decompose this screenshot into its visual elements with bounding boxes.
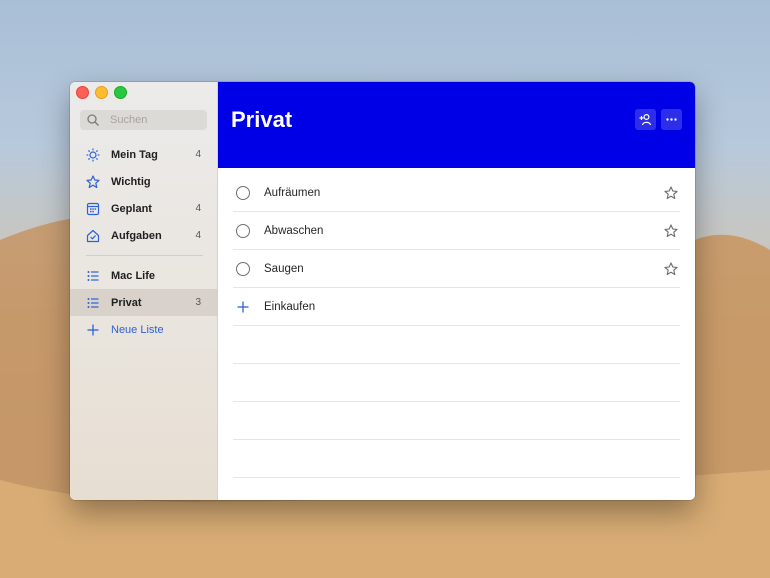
- sidebar-item-count: 4: [195, 203, 201, 214]
- more-options-button[interactable]: [661, 109, 682, 130]
- task-title: Saugen: [264, 262, 304, 275]
- new-list-label: Neue Liste: [111, 323, 164, 336]
- sidebar-item-label: Privat: [111, 296, 142, 309]
- app-window: Mein Tag 4 Wichtig Geplant 4: [70, 82, 695, 500]
- sidebar-item-count: 3: [195, 297, 201, 308]
- plus-icon: [86, 323, 100, 337]
- window-controls: [76, 86, 127, 99]
- sun-icon: [86, 148, 100, 162]
- star-icon[interactable]: [664, 185, 678, 200]
- sidebar-item-mein-tag[interactable]: Mein Tag 4: [70, 141, 217, 168]
- list-icon: [86, 269, 100, 283]
- share-list-button[interactable]: [635, 109, 656, 130]
- more-icon: [665, 113, 678, 126]
- add-task-input[interactable]: Einkaufen: [264, 301, 315, 313]
- new-list-button[interactable]: Neue Liste: [70, 316, 217, 343]
- sidebar-nav: Mein Tag 4 Wichtig Geplant 4 Aufgaben 4 …: [70, 141, 217, 343]
- task-title: Aufräumen: [264, 186, 321, 199]
- share-icon: [639, 113, 652, 126]
- complete-task-checkbox[interactable]: [236, 223, 250, 238]
- main-panel: Privat Aufräumen Abwaschen Saugen Einkau…: [218, 82, 695, 500]
- task-title: Abwaschen: [264, 224, 324, 237]
- sidebar-item-label: Geplant: [111, 202, 152, 215]
- sidebar: Mein Tag 4 Wichtig Geplant 4: [70, 82, 218, 500]
- sidebar-item-mac-life[interactable]: Mac Life: [70, 262, 217, 289]
- add-task-row[interactable]: Einkaufen: [233, 288, 680, 326]
- empty-row: [233, 326, 680, 364]
- page-title: Privat: [231, 107, 293, 132]
- empty-row: [233, 364, 680, 402]
- sidebar-item-label: Mac Life: [111, 269, 156, 282]
- task-row[interactable]: Abwaschen: [233, 212, 680, 250]
- sidebar-item-geplant[interactable]: Geplant 4: [70, 195, 217, 222]
- star-icon[interactable]: [664, 261, 678, 276]
- complete-task-checkbox[interactable]: [236, 261, 250, 276]
- sidebar-item-label: Wichtig: [111, 175, 151, 188]
- star-icon[interactable]: [664, 223, 678, 238]
- plus-icon: [236, 300, 250, 314]
- search-icon: [86, 113, 100, 127]
- empty-row: [233, 402, 680, 440]
- list-header: Privat: [218, 82, 695, 168]
- sidebar-item-privat[interactable]: Privat 3: [70, 289, 217, 316]
- complete-task-checkbox[interactable]: [236, 185, 250, 200]
- sidebar-item-count: 4: [195, 149, 201, 160]
- sidebar-divider: [86, 255, 203, 256]
- minimize-window-button[interactable]: [95, 86, 108, 99]
- search-field[interactable]: [80, 110, 207, 130]
- task-row[interactable]: Saugen: [233, 250, 680, 288]
- star-icon: [86, 174, 100, 189]
- list-icon: [86, 296, 100, 310]
- task-list: Aufräumen Abwaschen Saugen Einkaufen: [233, 174, 680, 478]
- sidebar-item-count: 4: [195, 230, 201, 241]
- home-icon: [86, 229, 100, 243]
- sidebar-item-label: Mein Tag: [111, 148, 158, 161]
- sidebar-item-wichtig[interactable]: Wichtig: [70, 168, 217, 195]
- close-window-button[interactable]: [76, 86, 89, 99]
- search-input[interactable]: [108, 113, 202, 127]
- calendar-icon: [86, 202, 100, 216]
- zoom-window-button[interactable]: [114, 86, 127, 99]
- task-row[interactable]: Aufräumen: [233, 174, 680, 212]
- sidebar-item-label: Aufgaben: [111, 229, 162, 242]
- sidebar-item-aufgaben[interactable]: Aufgaben 4: [70, 222, 217, 249]
- empty-row: [233, 440, 680, 478]
